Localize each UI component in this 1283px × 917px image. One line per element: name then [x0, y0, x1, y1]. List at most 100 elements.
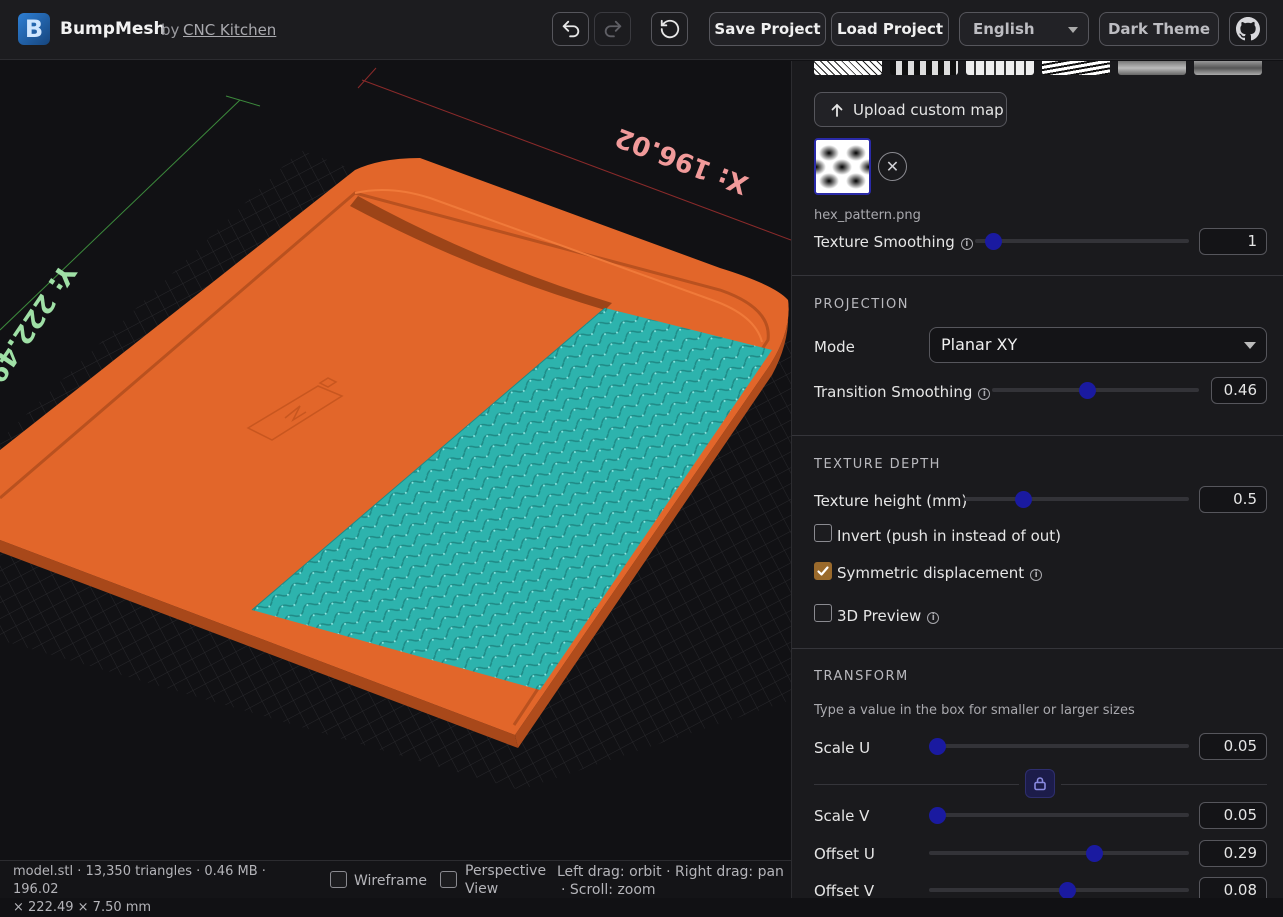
reset-button[interactable]	[651, 12, 688, 46]
transform-hint: Type a value in the box for smaller or l…	[814, 703, 1135, 718]
texture-preset-hex[interactable]	[890, 61, 958, 75]
settings-panel[interactable]: Upload custom map ✕ hex_pattern.png Text…	[791, 61, 1283, 898]
save-project-button[interactable]: Save Project	[709, 12, 826, 46]
controls-help-line-1: Left drag: orbit · Right drag: pan	[557, 864, 784, 880]
status-bar: model.stl · 13,350 triangles · 0.46 MB ·…	[0, 860, 791, 915]
projection-mode-value: Planar XY	[941, 335, 1018, 354]
texture-height-input[interactable]: 0.5	[1199, 486, 1267, 513]
projection-mode-select[interactable]: Planar XY	[929, 327, 1267, 363]
3d-preview-checkbox[interactable]	[814, 604, 832, 622]
info-icon[interactable]: i	[1030, 569, 1043, 581]
wireframe-label: Wireframe	[354, 873, 428, 889]
texture-preset-stone[interactable]	[1194, 61, 1262, 75]
projection-section-title: PROJECTION	[814, 297, 909, 312]
redo-button[interactable]	[594, 12, 631, 46]
upload-custom-map-label: Upload custom map	[853, 100, 1004, 119]
github-icon	[1236, 17, 1260, 41]
model-info-line-1: model.stl · 13,350 triangles · 0.46 MB ·…	[13, 864, 266, 897]
language-select[interactable]: English	[959, 12, 1089, 46]
transition-smoothing-label: Transition Smoothing i	[814, 383, 991, 401]
transition-smoothing-text: Transition Smoothing	[814, 383, 973, 401]
app-name: BumpMesh	[60, 19, 166, 39]
offset-v-input[interactable]: 0.08	[1199, 877, 1267, 898]
scale-u-slider-handle[interactable]	[929, 738, 946, 755]
y-dimension-label: Y: 222.49	[0, 257, 82, 388]
3d-preview-text: 3D Preview	[837, 607, 922, 625]
checkmark-icon	[817, 566, 829, 576]
scale-lock-button[interactable]	[1025, 769, 1055, 798]
chevron-down-icon	[1068, 27, 1078, 33]
y-axis-tick	[225, 95, 261, 107]
section-divider	[792, 648, 1283, 649]
info-icon[interactable]: i	[927, 612, 940, 624]
info-icon[interactable]: i	[978, 388, 991, 400]
texture-filename: hex_pattern.png	[814, 208, 921, 223]
by-text: by	[161, 21, 180, 39]
scene-canvas[interactable]: X: 196.02 Y: 222.49	[0, 61, 791, 860]
scale-v-slider-handle[interactable]	[929, 807, 946, 824]
reset-icon	[660, 19, 679, 39]
selected-texture-thumbnail[interactable]	[814, 138, 871, 195]
texture-smoothing-slider-handle[interactable]	[985, 233, 1002, 250]
author-link[interactable]: CNC Kitchen	[183, 21, 276, 39]
controls-help: Left drag: orbit · Right drag: pan · Scr…	[557, 863, 787, 899]
language-value: English	[973, 20, 1035, 38]
3d-viewport[interactable]: X: 196.02 Y: 222.49	[0, 61, 791, 860]
info-icon[interactable]: i	[960, 238, 973, 250]
undo-button[interactable]	[552, 12, 589, 46]
offset-v-slider-handle[interactable]	[1059, 882, 1076, 898]
scale-v-slider[interactable]	[929, 813, 1189, 817]
perspective-label-line-2: View	[465, 881, 499, 897]
symmetric-displacement-text: Symmetric displacement	[837, 564, 1025, 582]
3d-preview-label: 3D Preview i	[837, 607, 940, 625]
transition-smoothing-input[interactable]: 0.46	[1211, 377, 1267, 404]
offset-u-slider-handle[interactable]	[1086, 845, 1103, 862]
section-divider	[792, 435, 1283, 436]
perspective-label-line-1: Perspective	[465, 863, 547, 879]
offset-v-label: Offset V	[814, 882, 875, 898]
x-dimension-label: X: 196.02	[611, 121, 752, 199]
texture-preset-wood[interactable]	[1118, 61, 1186, 75]
texture-presets	[814, 61, 1262, 75]
offset-u-input[interactable]: 0.29	[1199, 840, 1267, 867]
texture-depth-section-title: TEXTURE DEPTH	[814, 457, 941, 472]
upload-arrow-icon	[831, 103, 843, 117]
invert-checkbox[interactable]	[814, 524, 832, 542]
texture-preset-wood-grain[interactable]	[1042, 61, 1110, 75]
symmetric-displacement-checkbox[interactable]	[814, 562, 832, 580]
close-icon: ✕	[885, 157, 900, 176]
hex-pattern-preview	[816, 140, 869, 193]
projection-mode-label: Mode	[814, 338, 855, 356]
symmetric-displacement-label: Symmetric displacement i	[837, 564, 1043, 582]
github-button[interactable]	[1229, 12, 1267, 46]
texture-preset-bricks[interactable]	[966, 61, 1034, 75]
texture-height-label: Texture height (mm)	[814, 492, 968, 510]
texture-preset-diamond[interactable]	[814, 61, 882, 75]
top-bar: B BumpMesh by CNC Kitchen Save Project L…	[0, 0, 1283, 60]
wireframe-checkbox[interactable]	[330, 871, 347, 888]
section-divider	[792, 275, 1283, 276]
transition-smoothing-slider-handle[interactable]	[1079, 382, 1096, 399]
scale-u-label: Scale U	[814, 739, 871, 757]
remove-texture-button[interactable]: ✕	[878, 152, 907, 181]
texture-smoothing-slider[interactable]	[975, 239, 1189, 243]
scale-v-input[interactable]: 0.05	[1199, 802, 1267, 829]
texture-height-slider[interactable]	[964, 497, 1189, 501]
redo-icon	[604, 20, 621, 38]
texture-height-slider-handle[interactable]	[1015, 491, 1032, 508]
offset-u-slider[interactable]	[929, 851, 1189, 855]
perspective-checkbox[interactable]	[440, 871, 457, 888]
upload-custom-map-button[interactable]: Upload custom map	[814, 92, 1007, 127]
lock-divider-left	[814, 784, 1019, 785]
invert-label: Invert (push in instead of out)	[837, 527, 1061, 545]
scale-u-slider[interactable]	[929, 744, 1189, 748]
controls-help-line-2: · Scroll: zoom	[561, 882, 656, 898]
texture-smoothing-label: Texture Smoothing i	[814, 233, 973, 251]
load-project-button[interactable]: Load Project	[831, 12, 949, 46]
texture-smoothing-input[interactable]: 1	[1199, 228, 1267, 255]
theme-toggle-button[interactable]: Dark Theme	[1099, 12, 1219, 46]
lock-divider-right	[1061, 784, 1267, 785]
chevron-down-icon	[1244, 342, 1256, 349]
model-info-line-2: × 222.49 × 7.50 mm	[13, 900, 152, 915]
scale-u-input[interactable]: 0.05	[1199, 733, 1267, 760]
